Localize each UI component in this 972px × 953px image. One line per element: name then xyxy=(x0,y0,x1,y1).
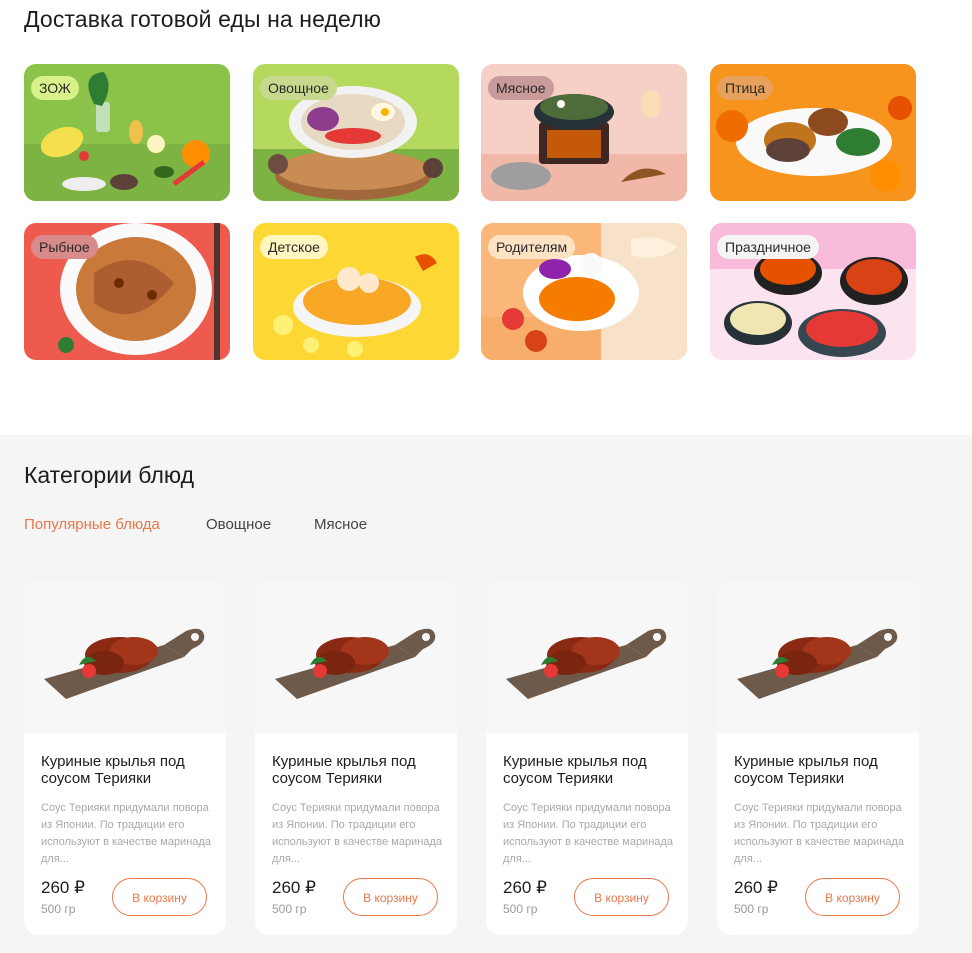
product-weight: 500 гр xyxy=(272,902,307,916)
product-title: Куриные крылья под соусом Терияки xyxy=(503,753,647,787)
product-image xyxy=(24,581,226,733)
category-card-kids[interactable]: Детское xyxy=(253,223,459,360)
category-card-fish[interactable]: Рыбное xyxy=(24,223,230,360)
product-price: 260 ₽ xyxy=(272,878,316,897)
category-tag: Мясное xyxy=(488,76,554,100)
add-to-cart-button[interactable]: В корзину xyxy=(574,878,669,916)
add-to-cart-button[interactable]: В корзину xyxy=(112,878,207,916)
product-image xyxy=(486,581,688,733)
section-title: Категории блюд xyxy=(24,462,195,488)
product-description: Соус Терияки придумали повора из Японии.… xyxy=(41,802,211,865)
product-weight: 500 гр xyxy=(734,902,769,916)
product-price: 260 ₽ xyxy=(734,878,778,897)
product-card[interactable]: Куриные крылья под соусом Терияки Соус Т… xyxy=(24,581,226,935)
product-weight: 500 гр xyxy=(503,902,538,916)
product-price: 260 ₽ xyxy=(503,878,547,897)
chicken-wings-image xyxy=(275,628,436,699)
category-card-festive[interactable]: Праздничное xyxy=(710,223,916,360)
product-title: Куриные крылья под соусом Терияки xyxy=(734,753,878,787)
category-tag: Рыбное xyxy=(31,235,98,259)
tab-popular[interactable]: Популярные блюда xyxy=(24,516,160,533)
weekly-delivery-section: Доставка готовой еды на неделю ЗОЖ Овощн… xyxy=(0,0,972,435)
product-weight: 500 гр xyxy=(41,902,76,916)
category-card-meat[interactable]: Мясное xyxy=(481,64,687,201)
category-tag: Родителям xyxy=(488,235,576,259)
product-description: Соус Терияки придумали повора из Японии.… xyxy=(272,802,442,865)
category-card-poultry[interactable]: Птица xyxy=(710,64,916,201)
section-title: Доставка готовой еды на неделю xyxy=(24,6,382,32)
chicken-wings-image xyxy=(737,628,898,699)
tab-vegetable[interactable]: Овощное xyxy=(206,516,271,533)
chicken-wings-image xyxy=(44,628,205,699)
category-tag: ЗОЖ xyxy=(31,76,79,100)
tab-meat[interactable]: Мясное xyxy=(314,516,367,533)
chicken-wings-image xyxy=(506,628,667,699)
product-image xyxy=(255,581,457,733)
dish-categories-section: Категории блюд Популярные блюда Овощное … xyxy=(0,435,972,953)
category-card-parents[interactable]: Родителям xyxy=(481,223,687,360)
product-description: Соус Терияки придумали повора из Японии.… xyxy=(734,802,904,865)
category-tag: Овощное xyxy=(260,76,337,100)
product-title: Куриные крылья под соусом Терияки xyxy=(41,753,185,787)
product-title: Куриные крылья под соусом Терияки xyxy=(272,753,416,787)
product-price: 260 ₽ xyxy=(41,878,85,897)
category-tag: Праздничное xyxy=(717,235,819,259)
product-card[interactable]: Куриные крылья под соусом Терияки Соус Т… xyxy=(717,581,919,935)
product-card[interactable]: Куриные крылья под соусом Терияки Соус Т… xyxy=(255,581,457,935)
product-image xyxy=(717,581,919,733)
add-to-cart-button[interactable]: В корзину xyxy=(343,878,438,916)
product-description: Соус Терияки придумали повора из Японии.… xyxy=(503,802,673,865)
category-card-healthy[interactable]: ЗОЖ xyxy=(24,64,230,201)
add-to-cart-button[interactable]: В корзину xyxy=(805,878,900,916)
product-card[interactable]: Куриные крылья под соусом Терияки Соус Т… xyxy=(486,581,688,935)
category-tag: Птица xyxy=(717,76,774,100)
category-card-vegetable[interactable]: Овощное xyxy=(253,64,459,201)
category-tag: Детское xyxy=(260,235,328,259)
